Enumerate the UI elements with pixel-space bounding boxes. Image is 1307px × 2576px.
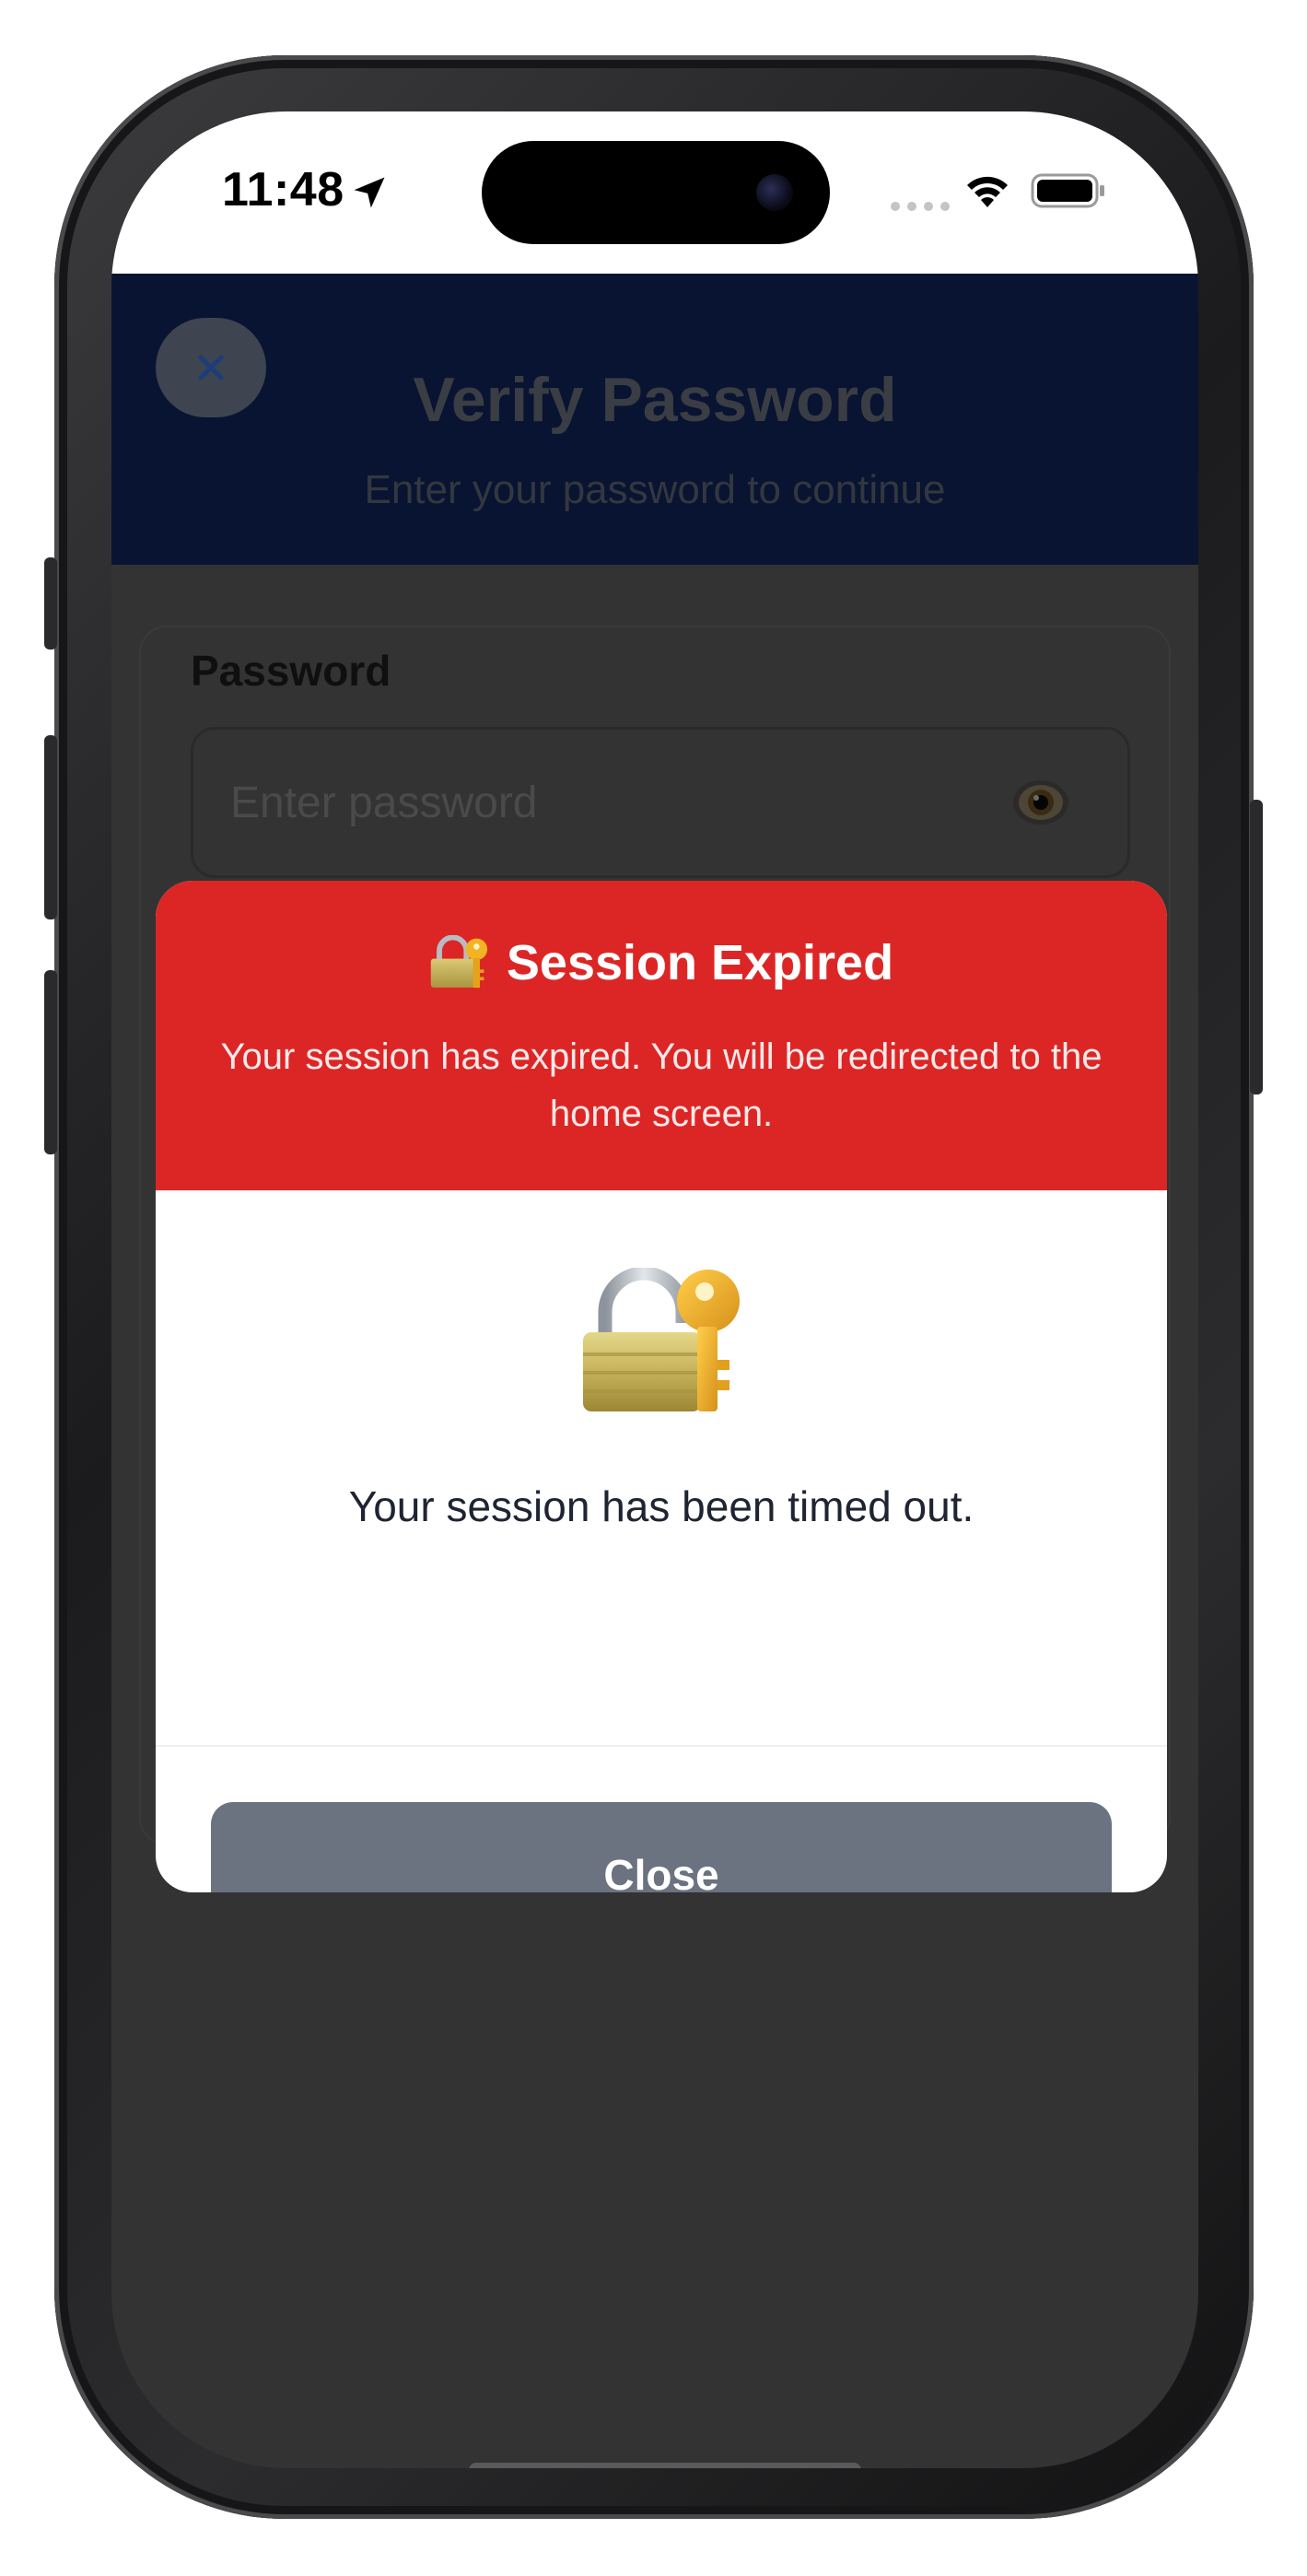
- action-button: [44, 557, 57, 650]
- modal-body-text: Your session has been timed out.: [348, 1482, 974, 1530]
- page-title: Verify Password: [413, 365, 897, 435]
- close-modal-button[interactable]: Close: [211, 1802, 1112, 1892]
- lock-with-key-icon: [430, 935, 487, 989]
- home-indicator: [469, 2463, 861, 2468]
- wifi-icon: [967, 176, 1008, 207]
- lock-with-key-icon: [583, 1268, 740, 1411]
- screen: 11:48 Verify Password Enter your passwor…: [111, 111, 1198, 2468]
- modal-title: Session Expired: [506, 935, 894, 990]
- location-arrow-icon: [354, 177, 385, 208]
- front-camera-icon: [756, 174, 793, 211]
- password-input[interactable]: [191, 727, 1130, 878]
- volume-up-button: [44, 735, 57, 919]
- eye-icon[interactable]: [1009, 775, 1072, 830]
- status-bar: 11:48: [111, 111, 1198, 274]
- battery-icon: [1031, 173, 1104, 208]
- password-label: Password: [191, 647, 391, 695]
- session-expired-modal: Session Expired Your session has expired…: [156, 881, 1167, 1892]
- modal-message: Your session has expired. You will be re…: [220, 1036, 1103, 1134]
- modal-header: Session Expired Your session has expired…: [156, 881, 1167, 1190]
- power-button: [1250, 800, 1263, 1095]
- signal-dots-icon: [891, 202, 950, 211]
- volume-down-button: [44, 970, 57, 1154]
- modal-title-row: Session Expired: [156, 934, 1167, 991]
- status-time: 11:48: [222, 163, 344, 217]
- modal-divider: [156, 1745, 1167, 1747]
- dynamic-island: [482, 141, 830, 244]
- page-header: Verify Password Enter your password to c…: [111, 274, 1198, 565]
- page-subtitle: Enter your password to continue: [364, 467, 946, 512]
